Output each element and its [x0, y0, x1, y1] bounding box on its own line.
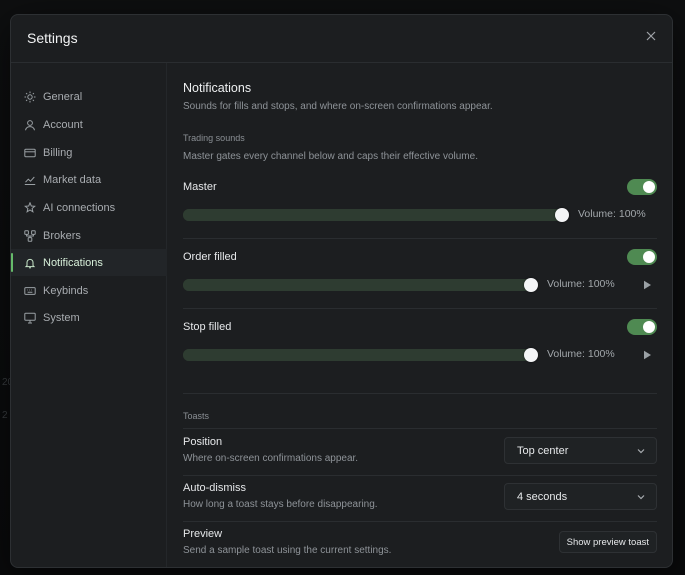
position-label: Position [183, 436, 223, 448]
order-filled-toggle[interactable] [627, 249, 657, 265]
sidebar-item-notifications[interactable]: Notifications [11, 249, 167, 276]
auto-dismiss-description: How long a toast stays before disappeari… [183, 499, 378, 510]
stop-filled-label: Stop filled [183, 321, 232, 333]
notifications-panel: Notifications Sounds for fills and stops… [183, 63, 657, 567]
sidebar-item-label: Market data [43, 173, 102, 186]
sun-icon [23, 90, 36, 103]
bell-icon [23, 256, 36, 269]
chevron-down-icon [637, 495, 645, 500]
sidebar-item-label: System [43, 311, 80, 324]
divider [183, 308, 657, 309]
sidebar-item-label: Keybinds [43, 284, 89, 297]
sparkles-icon [23, 201, 36, 214]
sidebar-item-label: Billing [43, 146, 73, 159]
keyboard-icon [23, 284, 36, 297]
modal-title: Settings [27, 30, 78, 46]
order-filled-preview-button[interactable] [641, 279, 653, 291]
close-button[interactable] [642, 27, 660, 45]
sidebar-item-label: General [43, 90, 83, 103]
sidebar-item-label: Account [43, 118, 83, 131]
play-icon [643, 350, 651, 360]
show-preview-toast-button[interactable]: Show preview toast [558, 531, 657, 553]
preview-description: Send a sample toast using the current se… [183, 545, 392, 556]
section-description: Sounds for fills and stops, and where on… [183, 101, 493, 112]
master-volume-label: Volume: 100% [578, 208, 646, 220]
order-filled-volume-slider[interactable] [183, 278, 538, 292]
master-toggle[interactable] [627, 179, 657, 195]
master-label: Master [183, 181, 217, 193]
stop-filled-toggle[interactable] [627, 319, 657, 335]
close-icon [646, 31, 656, 41]
trading-sounds-heading: Trading sounds [183, 133, 245, 143]
sidebar-item-label: Notifications [43, 256, 103, 269]
modal-header: Settings [11, 15, 672, 63]
sidebar-item-label: Brokers [43, 229, 81, 242]
line-chart-icon [23, 173, 36, 186]
auto-dismiss-label: Auto-dismiss [183, 482, 246, 494]
slider-handle[interactable] [524, 278, 538, 292]
toggle-knob [643, 181, 655, 193]
sidebar-item-account[interactable]: Account [11, 111, 167, 138]
divider [183, 393, 657, 394]
stop-filled-volume-label: Volume: 100% [547, 348, 615, 360]
toasts-heading: Toasts [183, 411, 210, 421]
slider-handle[interactable] [555, 208, 569, 222]
sidebar-item-brokers[interactable]: Brokers [11, 222, 167, 249]
position-select[interactable]: Top center [504, 437, 657, 464]
sidebar-item-system[interactable]: System [11, 304, 167, 331]
network-icon [23, 229, 36, 242]
auto-dismiss-select[interactable]: 4 seconds [504, 483, 657, 510]
chevron-down-icon [637, 449, 645, 454]
master-volume-slider[interactable] [183, 208, 569, 222]
slider-fill [183, 279, 537, 291]
slider-fill [183, 349, 537, 361]
slider-fill [183, 209, 568, 221]
sidebar-item-general[interactable]: General [11, 83, 167, 110]
divider [183, 238, 657, 239]
preview-label: Preview [183, 528, 223, 540]
sidebar-item-ai-connections[interactable]: AI connections [11, 194, 167, 221]
toggle-knob [643, 321, 655, 333]
divider [183, 475, 657, 476]
sidebar-item-label: AI connections [43, 201, 116, 214]
divider [183, 428, 657, 429]
sidebar-item-market-data[interactable]: Market data [11, 166, 167, 193]
auto-dismiss-select-value: 4 seconds [517, 490, 568, 503]
stop-filled-volume-slider[interactable] [183, 348, 538, 362]
toggle-knob [643, 251, 655, 263]
order-filled-label: Order filled [183, 251, 237, 263]
sidebar-item-keybinds[interactable]: Keybinds [11, 277, 167, 304]
play-icon [643, 280, 651, 290]
user-icon [23, 118, 36, 131]
slider-handle[interactable] [524, 348, 538, 362]
trading-sounds-description: Master gates every channel below and cap… [183, 151, 478, 162]
settings-modal: Settings General Account Billing Market … [10, 14, 673, 568]
stop-filled-preview-button[interactable] [641, 349, 653, 361]
monitor-icon [23, 311, 36, 324]
divider [183, 521, 657, 522]
position-select-value: Top center [517, 444, 569, 457]
background-text: 2 [2, 410, 8, 421]
position-description: Where on-screen confirmations appear. [183, 453, 359, 464]
credit-card-icon [23, 146, 36, 159]
sidebar-item-billing[interactable]: Billing [11, 139, 167, 166]
section-title: Notifications [183, 81, 252, 95]
order-filled-volume-label: Volume: 100% [547, 278, 615, 290]
settings-sidebar: General Account Billing Market data AI c… [11, 63, 167, 567]
